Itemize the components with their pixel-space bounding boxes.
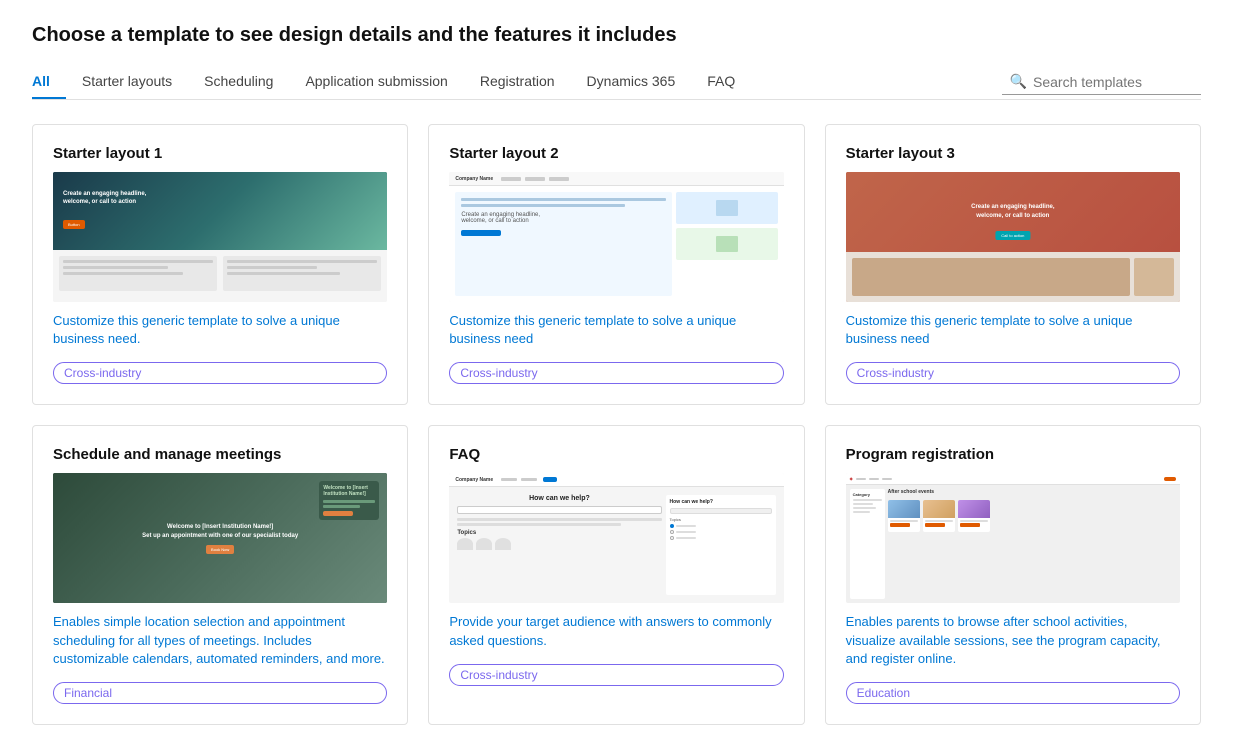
tab-scheduling[interactable]: Scheduling [188,65,289,99]
card-title: Program registration [846,446,1180,463]
card-description: Enables simple location selection and ap… [53,613,387,668]
tab-registration[interactable]: Registration [464,65,571,99]
page-title: Choose a template to see design details … [32,24,1201,47]
search-icon: 🔍 [1010,73,1027,90]
card-description: Enables parents to browse after school a… [846,613,1180,668]
tab-all[interactable]: All [32,65,66,99]
card-schedule-meetings[interactable]: Schedule and manage meetings Welcome to … [32,425,408,725]
card-preview-image: Welcome to [Insert Institution Name!]Set… [53,473,387,603]
card-faq[interactable]: FAQ Company Name How can we help? Topics [428,425,804,725]
navigation-bar: All Starter layouts Scheduling Applicati… [32,65,1201,100]
card-program-registration[interactable]: Program registration ◆ Category [825,425,1201,725]
tab-dynamics365[interactable]: Dynamics 365 [571,65,692,99]
card-starter-layout-1[interactable]: Starter layout 1 Create an engaging head… [32,124,408,405]
card-tag: Cross-industry [846,362,1180,384]
card-starter-layout-2[interactable]: Starter layout 2 Company Name Create an … [428,124,804,405]
card-description: Customize this generic template to solve… [449,312,783,348]
card-description: Customize this generic template to solve… [846,312,1180,348]
search-input[interactable] [1033,74,1193,90]
card-description: Provide your target audience with answer… [449,613,783,649]
card-title: Starter layout 2 [449,145,783,162]
tab-faq[interactable]: FAQ [691,65,751,99]
card-preview-image: Create an engaging headline,welcome, or … [53,172,387,302]
card-title: FAQ [449,446,783,463]
card-description: Customize this generic template to solve… [53,312,387,348]
card-starter-layout-3[interactable]: Starter layout 3 Create an engaging head… [825,124,1201,405]
card-tag: Cross-industry [53,362,387,384]
nav-tabs: All Starter layouts Scheduling Applicati… [32,65,1002,99]
card-tag: Financial [53,682,387,704]
card-preview-image: ◆ Category After school event [846,473,1180,603]
card-preview-image: Create an engaging headline,welcome, or … [846,172,1180,302]
card-title: Schedule and manage meetings [53,446,387,463]
search-box[interactable]: 🔍 [1002,69,1201,95]
tab-starter-layouts[interactable]: Starter layouts [66,65,188,99]
tab-application-submission[interactable]: Application submission [289,65,463,99]
card-title: Starter layout 1 [53,145,387,162]
template-grid: Starter layout 1 Create an engaging head… [32,124,1201,725]
card-tag: Education [846,682,1180,704]
card-tag: Cross-industry [449,664,783,686]
card-preview-image: Company Name How can we help? Topics [449,473,783,603]
card-title: Starter layout 3 [846,145,1180,162]
card-preview-image: Company Name Create an engaging headline… [449,172,783,302]
card-tag: Cross-industry [449,362,783,384]
